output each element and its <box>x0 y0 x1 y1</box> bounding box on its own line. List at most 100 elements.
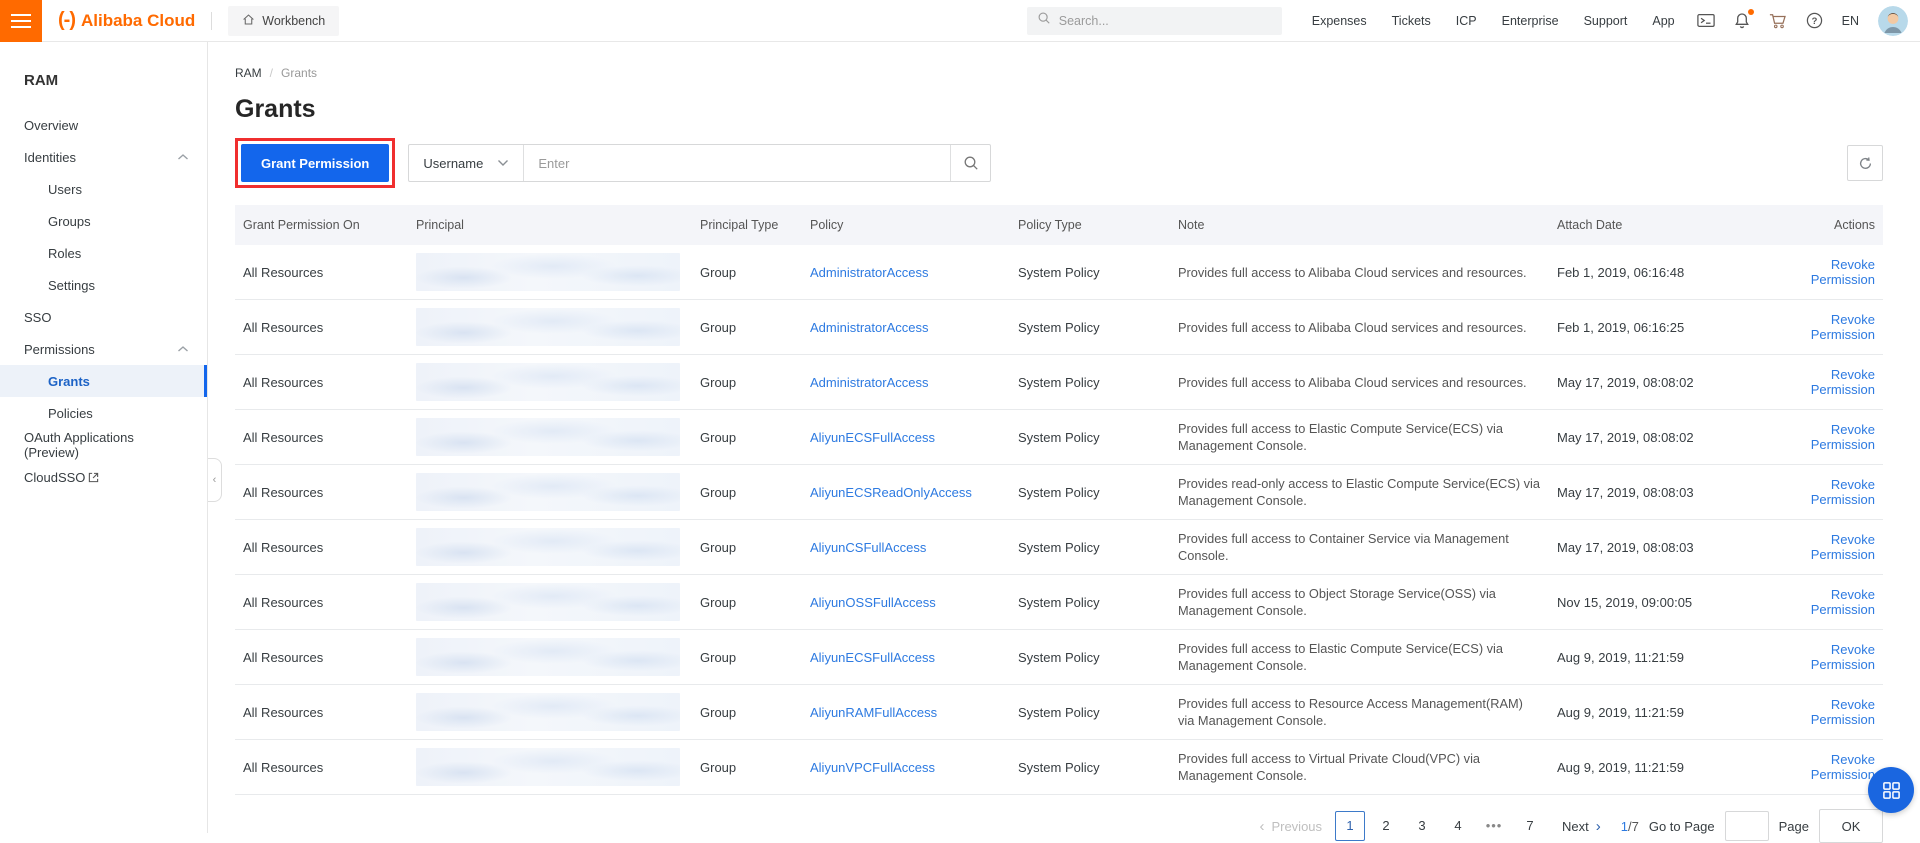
cell-note: Provides full access to Container Servic… <box>1170 520 1549 575</box>
sidebar-item-label: SSO <box>24 310 51 325</box>
sidebar-item-cloudsso[interactable]: CloudSSO <box>0 461 207 493</box>
cell-attach-date: Feb 1, 2019, 06:16:48 <box>1549 245 1760 300</box>
cell-policy: AliyunECSFullAccess <box>802 410 1010 465</box>
policy-link[interactable]: AliyunCSFullAccess <box>810 540 926 555</box>
cell-attach-date: Aug 9, 2019, 11:21:59 <box>1549 685 1760 740</box>
workbench-button[interactable]: Workbench <box>228 6 339 36</box>
sidebar-item-oauth-applications-preview[interactable]: OAuth Applications (Preview) <box>0 429 207 461</box>
filter-field-select[interactable]: Username <box>409 145 524 181</box>
filter-input[interactable] <box>524 145 950 181</box>
revoke-permission-link[interactable]: Revoke Permission <box>1811 422 1875 452</box>
sidebar-item-policies[interactable]: Policies <box>0 397 207 429</box>
cell-policy: AliyunOSSFullAccess <box>802 575 1010 630</box>
header-search[interactable] <box>1027 7 1282 35</box>
redacted-principal <box>416 253 680 291</box>
redacted-principal <box>416 308 680 346</box>
nav-item-tickets[interactable]: Tickets <box>1392 14 1431 28</box>
policy-link[interactable]: AdministratorAccess <box>810 375 928 390</box>
page-number-1[interactable]: 1 <box>1335 811 1365 841</box>
sidebar-item-users[interactable]: Users <box>0 173 207 205</box>
floating-apps-button[interactable] <box>1868 767 1914 813</box>
notification-dot <box>1748 9 1754 15</box>
notification-bell-icon[interactable] <box>1734 12 1750 29</box>
header-search-input[interactable] <box>1059 14 1272 28</box>
revoke-permission-link[interactable]: Revoke Permission <box>1811 697 1875 727</box>
goto-page-input[interactable] <box>1725 811 1769 841</box>
breadcrumb-root[interactable]: RAM <box>235 66 262 80</box>
chevron-right-icon: › <box>1596 819 1601 834</box>
sidebar-item-roles[interactable]: Roles <box>0 237 207 269</box>
page-number-4[interactable]: 4 <box>1443 811 1473 841</box>
nav-item-expenses[interactable]: Expenses <box>1312 14 1367 28</box>
cell-principal-type: Group <box>692 355 802 410</box>
page-number-7[interactable]: 7 <box>1515 811 1545 841</box>
cell-principal <box>408 575 692 630</box>
revoke-permission-link[interactable]: Revoke Permission <box>1811 642 1875 672</box>
alibaba-cloud-logo[interactable]: (-) Alibaba Cloud <box>58 9 195 32</box>
nav-item-support[interactable]: Support <box>1584 14 1628 28</box>
next-page-button[interactable]: Next › <box>1562 819 1601 834</box>
cell-note: Provides full access to Elastic Compute … <box>1170 630 1549 685</box>
cell-principal <box>408 630 692 685</box>
sidebar-item-permissions[interactable]: Permissions <box>0 333 207 365</box>
nav-item-app[interactable]: App <box>1652 14 1674 28</box>
cart-icon[interactable] <box>1769 13 1787 29</box>
cell-policy-type: System Policy <box>1010 685 1170 740</box>
cell-principal <box>408 685 692 740</box>
sidebar-item-label: Identities <box>24 150 76 165</box>
help-icon[interactable]: ? <box>1806 12 1823 29</box>
sidebar-collapse-handle[interactable]: ‹ <box>208 458 222 502</box>
grant-permission-button[interactable]: Grant Permission <box>241 144 389 182</box>
policy-link[interactable]: AliyunOSSFullAccess <box>810 595 936 610</box>
goto-page-ok-button[interactable]: OK <box>1819 809 1883 843</box>
table-row: All Resources Group AdministratorAccess … <box>235 300 1883 355</box>
page-number-3[interactable]: 3 <box>1407 811 1437 841</box>
redacted-principal <box>416 473 680 511</box>
column-header-principal: Principal <box>408 205 692 245</box>
policy-link[interactable]: AdministratorAccess <box>810 320 928 335</box>
cell-note: Provides full access to Alibaba Cloud se… <box>1170 245 1549 300</box>
nav-item-enterprise[interactable]: Enterprise <box>1502 14 1559 28</box>
pagination: ‹ Previous 1234•••7 Next › 1/7 Go to Pag… <box>235 809 1883 843</box>
sidebar-item-settings[interactable]: Settings <box>0 269 207 301</box>
page-number-2[interactable]: 2 <box>1371 811 1401 841</box>
refresh-button[interactable] <box>1847 145 1883 181</box>
revoke-permission-link[interactable]: Revoke Permission <box>1811 312 1875 342</box>
revoke-permission-link[interactable]: Revoke Permission <box>1811 257 1875 287</box>
cell-principal <box>408 300 692 355</box>
sidebar-item-grants[interactable]: Grants <box>0 365 207 397</box>
policy-link[interactable]: AdministratorAccess <box>810 265 928 280</box>
hamburger-menu-icon[interactable] <box>0 0 42 42</box>
cell-principal-type: Group <box>692 740 802 795</box>
redacted-principal <box>416 528 680 566</box>
user-avatar[interactable] <box>1878 6 1908 36</box>
policy-link[interactable]: AliyunVPCFullAccess <box>810 760 935 775</box>
console-terminal-icon[interactable] <box>1697 13 1715 28</box>
cell-principal <box>408 355 692 410</box>
sidebar-item-overview[interactable]: Overview <box>0 109 207 141</box>
language-selector[interactable]: EN <box>1842 14 1859 28</box>
revoke-permission-link[interactable]: Revoke Permission <box>1811 477 1875 507</box>
cell-policy-type: System Policy <box>1010 300 1170 355</box>
policy-link[interactable]: AliyunECSFullAccess <box>810 430 935 445</box>
page-ellipsis[interactable]: ••• <box>1479 811 1509 841</box>
revoke-permission-link[interactable]: Revoke Permission <box>1811 532 1875 562</box>
cell-note: Provides full access to Alibaba Cloud se… <box>1170 300 1549 355</box>
refresh-icon <box>1858 156 1873 171</box>
cell-actions: Revoke Permission <box>1760 465 1883 520</box>
sidebar-item-groups[interactable]: Groups <box>0 205 207 237</box>
previous-page-button[interactable]: ‹ Previous <box>1259 819 1322 834</box>
nav-item-icp[interactable]: ICP <box>1456 14 1477 28</box>
cell-policy-type: System Policy <box>1010 355 1170 410</box>
revoke-permission-link[interactable]: Revoke Permission <box>1811 587 1875 617</box>
policy-link[interactable]: AliyunECSReadOnlyAccess <box>810 485 972 500</box>
revoke-permission-link[interactable]: Revoke Permission <box>1811 367 1875 397</box>
policy-link[interactable]: AliyunECSFullAccess <box>810 650 935 665</box>
grants-table: Grant Permission OnPrincipalPrincipal Ty… <box>235 205 1883 795</box>
policy-link[interactable]: AliyunRAMFullAccess <box>810 705 937 720</box>
sidebar-item-sso[interactable]: SSO <box>0 301 207 333</box>
revoke-permission-link[interactable]: Revoke Permission <box>1811 752 1875 782</box>
sidebar-item-identities[interactable]: Identities <box>0 141 207 173</box>
column-header-policy: Policy <box>802 205 1010 245</box>
filter-search-button[interactable] <box>950 145 990 181</box>
